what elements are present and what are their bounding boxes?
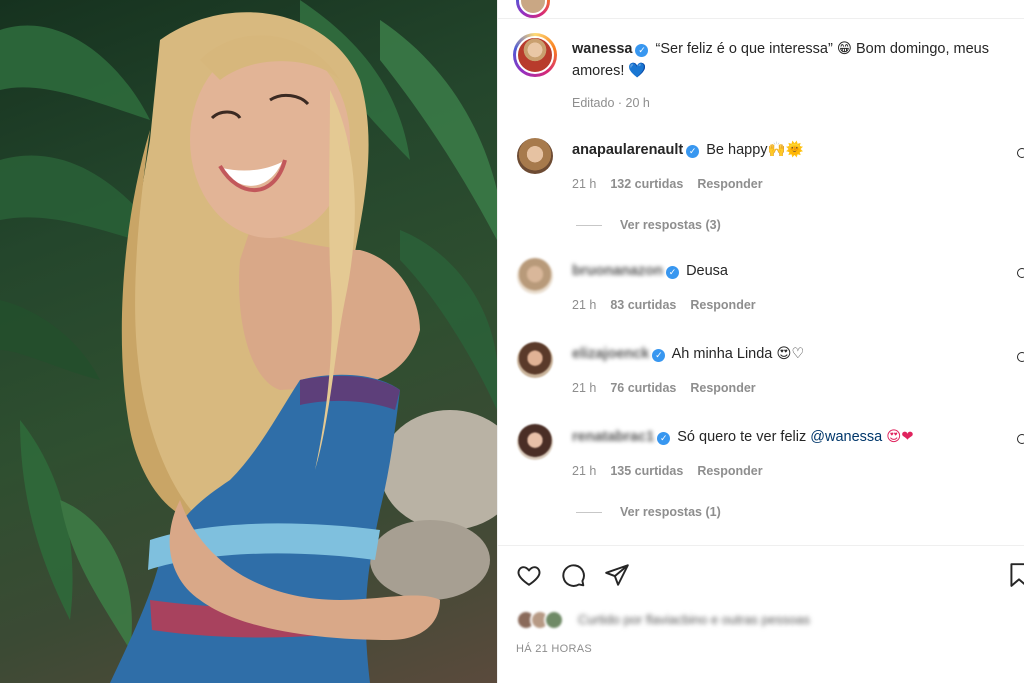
post-detail-panel: wanessa ✓ “Ser feliz é o que interessa” 😁… <box>497 0 1024 683</box>
comment-time: 21 h <box>572 298 597 312</box>
verified-badge-icon: ✓ <box>686 145 700 158</box>
blue-heart-emoji: 💙 <box>628 63 647 79</box>
comment-avatar[interactable] <box>517 342 553 378</box>
verified-badge-icon: ✓ <box>657 432 671 445</box>
comment-emoji: 🙌🌞 <box>767 142 804 158</box>
comment-emoji: 😍♡ <box>776 346 805 362</box>
heart-icon[interactable] <box>516 562 542 588</box>
comment-icon[interactable] <box>560 562 586 588</box>
comment-username[interactable]: anapaularenault <box>572 142 683 158</box>
caption-edited: Editado · 20 h <box>572 96 650 110</box>
comment-likes[interactable]: 76 curtidas <box>610 381 676 395</box>
author-avatar[interactable] <box>513 33 557 77</box>
verified-badge-icon: ✓ <box>635 44 649 57</box>
view-replies-label: Ver respostas (3) <box>620 218 721 232</box>
comment-like-heart-icon[interactable] <box>1017 434 1024 444</box>
comment-meta: 21 h 76 curtidas Responder <box>572 381 770 395</box>
view-replies-label: Ver respostas (1) <box>620 505 721 519</box>
comment-like-heart-icon[interactable] <box>1017 268 1024 278</box>
comment-likes[interactable]: 132 curtidas <box>610 177 683 191</box>
comment-like-heart-icon[interactable] <box>1017 148 1024 158</box>
comment-4: renatabrac1 ✓ Só quero te ver feliz @wane… <box>572 427 914 447</box>
comment-time: 21 h <box>572 177 597 191</box>
comment-username[interactable]: elizajoenck <box>572 346 649 362</box>
reply-button[interactable]: Responder <box>697 464 762 478</box>
header-avatar[interactable] <box>516 0 550 18</box>
liked-by-text[interactable]: Curtido por flaviacbino e outras pessoas <box>578 612 810 627</box>
bookmark-icon[interactable] <box>1006 562 1024 588</box>
comment-time: 21 h <box>572 381 597 395</box>
reply-button[interactable]: Responder <box>697 177 762 191</box>
author-username[interactable]: wanessa <box>572 41 632 57</box>
comment-likes[interactable]: 83 curtidas <box>610 298 676 312</box>
comment-3: elizajoenck ✓ Ah minha Linda 😍♡ <box>572 344 805 364</box>
actions-divider <box>498 545 1024 546</box>
comment-username[interactable]: bruonanazon <box>572 263 663 279</box>
comment-1: anapaularenault ✓ Be happy🙌🌞 <box>572 140 804 160</box>
comment-meta: 21 h 83 curtidas Responder <box>572 298 770 312</box>
header-divider <box>498 18 1024 19</box>
photo-illustration <box>0 0 497 683</box>
comment-time: 21 h <box>572 464 597 478</box>
comment-text: Deusa <box>686 263 728 279</box>
liker-avatar <box>544 610 564 630</box>
mention-link[interactable]: @wanessa <box>810 429 882 445</box>
caption-emoji: 😁 <box>836 41 852 57</box>
comment-username[interactable]: renatabrac1 <box>572 429 654 445</box>
comment-like-heart-icon[interactable] <box>1017 352 1024 362</box>
comment-text: Ah minha Linda <box>671 346 773 362</box>
caption-text: “Ser feliz é o que interessa” <box>655 41 833 57</box>
view-replies-button[interactable]: Ver respostas (1) <box>576 505 721 519</box>
comment-meta: 21 h 135 curtidas Responder <box>572 464 777 478</box>
post-timestamp: HÁ 21 HORAS <box>516 643 593 655</box>
send-icon[interactable] <box>604 562 630 588</box>
comment-avatar[interactable] <box>517 258 553 294</box>
comment-avatar[interactable] <box>517 424 553 460</box>
reply-button[interactable]: Responder <box>690 381 755 395</box>
comment-emoji: 😍❤ <box>886 429 914 445</box>
post-caption: wanessa ✓ “Ser feliz é o que interessa” 😁… <box>572 38 1012 82</box>
comment-avatar[interactable] <box>517 138 553 174</box>
comment-meta: 21 h 132 curtidas Responder <box>572 177 777 191</box>
post-photo[interactable] <box>0 0 497 683</box>
verified-badge-icon: ✓ <box>652 349 666 362</box>
comment-text: Be happy <box>706 142 768 158</box>
reply-button[interactable]: Responder <box>690 298 755 312</box>
view-replies-button[interactable]: Ver respostas (3) <box>576 218 721 232</box>
comment-likes[interactable]: 135 curtidas <box>610 464 683 478</box>
comment-2: bruonanazon ✓ Deusa <box>572 261 728 281</box>
verified-badge-icon: ✓ <box>666 266 680 279</box>
comment-text: Só quero te ver feliz <box>677 429 807 445</box>
